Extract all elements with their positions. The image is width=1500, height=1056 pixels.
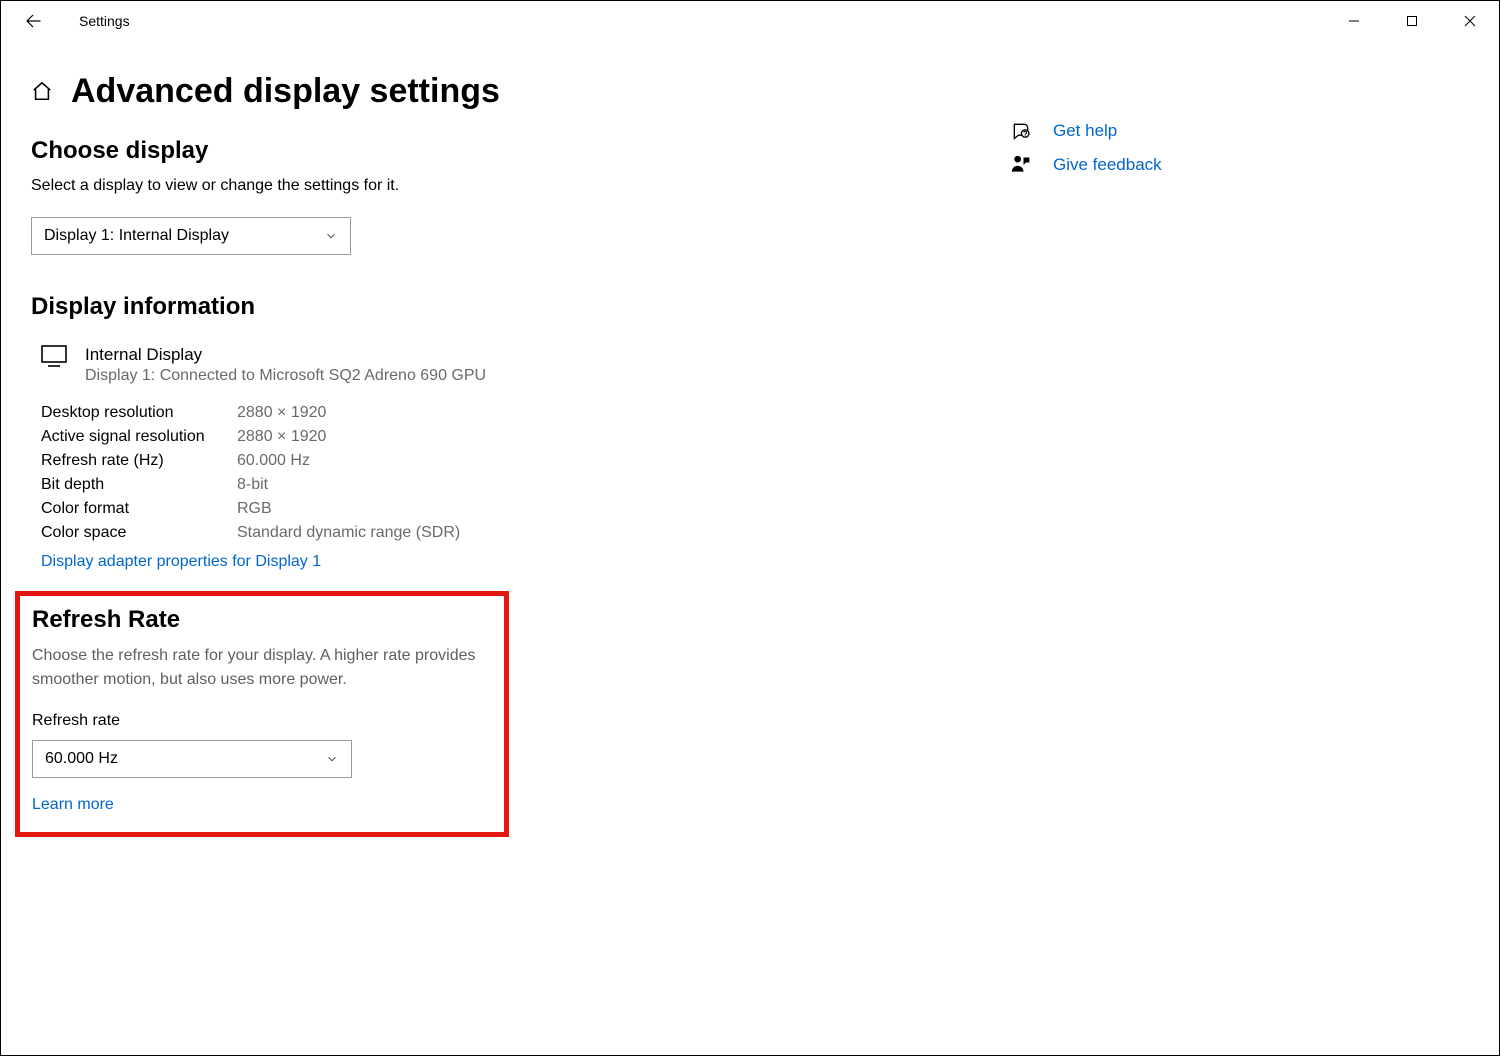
table-row: Active signal resolution2880 × 1920 — [41, 425, 460, 449]
table-row: Bit depth8-bit — [41, 473, 460, 497]
close-icon — [1464, 15, 1476, 27]
maximize-icon — [1406, 15, 1418, 27]
page-header: Advanced display settings — [31, 67, 991, 115]
home-button[interactable] — [31, 80, 53, 102]
give-feedback-link[interactable]: Give feedback — [1011, 155, 1162, 175]
refresh-rate-dropdown[interactable]: 60.000 Hz — [32, 740, 352, 778]
refresh-rate-label: Refresh rate — [32, 712, 492, 730]
title-bar: Settings — [1, 1, 1499, 41]
refresh-rate-value: 60.000 Hz — [45, 750, 118, 768]
maximize-button[interactable] — [1383, 1, 1441, 41]
help-icon — [1011, 121, 1031, 141]
info-value: Standard dynamic range (SDR) — [237, 521, 460, 545]
minimize-icon — [1348, 15, 1360, 27]
display-select-dropdown[interactable]: Display 1: Internal Display — [31, 217, 351, 255]
info-value: 8-bit — [237, 473, 460, 497]
info-value: 60.000 Hz — [237, 449, 460, 473]
adapter-properties-link[interactable]: Display adapter properties for Display 1 — [41, 553, 321, 571]
table-row: Refresh rate (Hz)60.000 Hz — [41, 449, 460, 473]
info-value: 2880 × 1920 — [237, 425, 460, 449]
refresh-rate-desc: Choose the refresh rate for your display… — [32, 644, 492, 692]
minimize-button[interactable] — [1325, 1, 1383, 41]
window-controls — [1325, 1, 1499, 41]
display-subname: Display 1: Connected to Microsoft SQ2 Ad… — [85, 367, 486, 385]
info-key: Bit depth — [41, 473, 237, 497]
learn-more-link[interactable]: Learn more — [32, 796, 114, 814]
page-title: Advanced display settings — [71, 72, 500, 111]
info-key: Desktop resolution — [41, 401, 237, 425]
info-key: Active signal resolution — [41, 425, 237, 449]
info-key: Color format — [41, 497, 237, 521]
home-icon — [31, 80, 53, 102]
refresh-rate-section: Refresh Rate Choose the refresh rate for… — [15, 591, 509, 837]
back-arrow-icon — [24, 12, 42, 30]
close-button[interactable] — [1441, 1, 1499, 41]
get-help-text: Get help — [1053, 121, 1117, 141]
display-select-value: Display 1: Internal Display — [44, 227, 229, 245]
feedback-icon — [1011, 155, 1031, 175]
monitor-icon — [41, 345, 67, 367]
display-name: Internal Display — [85, 345, 486, 365]
give-feedback-text: Give feedback — [1053, 155, 1162, 175]
display-info-header: Internal Display Display 1: Connected to… — [31, 345, 991, 385]
chevron-down-icon — [324, 229, 338, 243]
display-info-table: Desktop resolution2880 × 1920Active sign… — [41, 401, 460, 545]
get-help-link[interactable]: Get help — [1011, 121, 1162, 141]
refresh-rate-heading: Refresh Rate — [32, 606, 492, 634]
info-key: Refresh rate (Hz) — [41, 449, 237, 473]
related-links: Get help Give feedback — [1011, 61, 1162, 837]
app-title: Settings — [79, 13, 130, 29]
choose-display-subtext: Select a display to view or change the s… — [31, 177, 991, 195]
table-row: Desktop resolution2880 × 1920 — [41, 401, 460, 425]
info-value: RGB — [237, 497, 460, 521]
back-button[interactable] — [19, 7, 47, 35]
chevron-down-icon — [325, 752, 339, 766]
display-info-heading: Display information — [31, 293, 991, 321]
info-key: Color space — [41, 521, 237, 545]
table-row: Color spaceStandard dynamic range (SDR) — [41, 521, 460, 545]
info-value: 2880 × 1920 — [237, 401, 460, 425]
choose-display-heading: Choose display — [31, 137, 991, 165]
table-row: Color formatRGB — [41, 497, 460, 521]
